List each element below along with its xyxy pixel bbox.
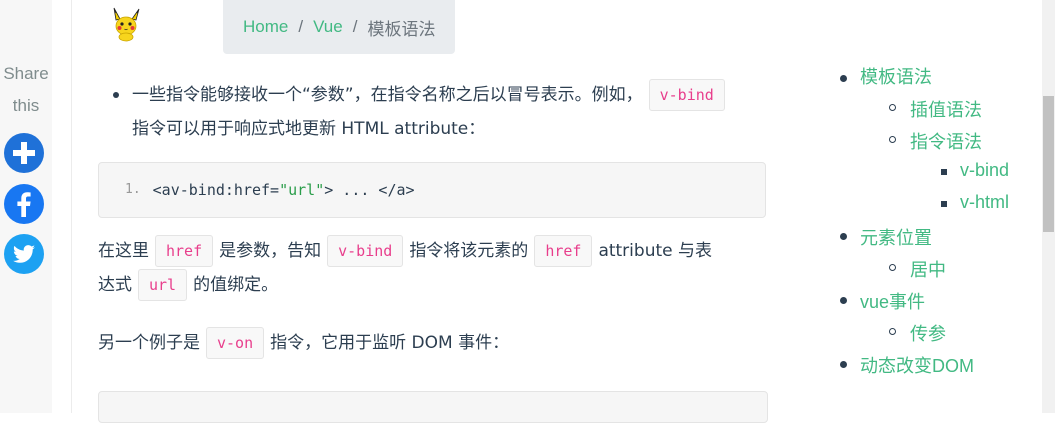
para1-t2: 是参数，告知	[219, 241, 322, 261]
para1-t4: attribute 与表	[598, 241, 712, 261]
breadcrumb-home-link[interactable]: Home	[243, 17, 288, 37]
para1-t1: 在这里	[98, 241, 149, 261]
inline-code: v-on	[206, 327, 265, 359]
toc-bullet	[840, 233, 847, 240]
code-attr: v-bind:href=	[170, 181, 280, 199]
code-block	[98, 391, 768, 423]
toc-bullet	[840, 75, 847, 82]
code-line-number: 1.	[125, 182, 141, 197]
twitter-icon	[4, 234, 44, 274]
breadcrumb-vue-link[interactable]: Vue	[313, 17, 343, 37]
toc-item-vue事件[interactable]: vue事件	[860, 288, 925, 314]
para1-t5: 达式	[98, 275, 132, 295]
toc-bullet	[840, 297, 847, 304]
article-main: Home / Vue / 模板语法 一些指令能够接收一个“参数”，在指令名称之后…	[71, 0, 793, 423]
bullet-dot	[113, 92, 119, 98]
share-label-this: this	[12, 96, 40, 115]
share-twitter-button[interactable]	[4, 234, 44, 274]
toc-item-动态改变DOM[interactable]: 动态改变DOM	[860, 352, 974, 378]
bullet1-text-b: 指令可以用于响应式地更新 HTML attribute：	[132, 119, 486, 139]
toc-item-指令语法[interactable]: 指令语法	[910, 128, 982, 154]
breadcrumb-current: 模板语法	[367, 19, 436, 39]
toc-item-插值语法[interactable]: 插值语法	[910, 96, 982, 122]
toc-bullet	[840, 361, 847, 368]
toc-item-传参[interactable]: 传参	[910, 320, 946, 346]
toc-item-元素位置[interactable]: 元素位置	[860, 224, 932, 250]
paragraph: 另一个例子是 v-on 指令，它用于监听 DOM 事件：	[98, 326, 766, 360]
code-rest: > ... </a>	[324, 181, 415, 199]
toc-bullet	[941, 169, 947, 175]
breadcrumb: Home / Vue / 模板语法	[223, 0, 456, 54]
toc-item-v-bind[interactable]: v-bind	[960, 160, 1009, 181]
toc-bullet	[889, 328, 896, 335]
bullet1-text-a: 一些指令能够接收一个“参数”，在指令名称之后以冒号表示。例如，	[132, 85, 643, 105]
toc-bullet	[941, 201, 947, 207]
table-of-contents: 模板语法 插值语法 指令语法 v-bind v-html 元素位置 居中 vue…	[792, 0, 1042, 413]
plus-icon	[4, 133, 44, 173]
para1-t3: 指令将该元素的	[409, 241, 529, 261]
facebook-icon	[4, 184, 44, 224]
pikachu-logo-icon[interactable]	[108, 6, 144, 46]
breadcrumb-separator: /	[298, 17, 304, 36]
toc-bullet	[889, 104, 896, 111]
code-string: "url"	[279, 181, 325, 199]
para1-t6: 的值绑定。	[193, 275, 279, 295]
inline-code: href	[534, 235, 593, 267]
toc-item-模板语法[interactable]: 模板语法	[860, 63, 932, 89]
inline-code: url	[138, 269, 188, 301]
inline-code: v-bind	[648, 79, 725, 111]
toc-bullet	[889, 136, 896, 143]
share-label: Share	[3, 64, 49, 83]
para2-t2: 指令，它用于监听 DOM 事件：	[270, 333, 510, 353]
list-item: 一些指令能够接收一个“参数”，在指令名称之后以冒号表示。例如， v-bind 指令…	[98, 78, 766, 146]
scrollbar-thumb[interactable]	[1043, 96, 1054, 232]
article-content: 一些指令能够接收一个“参数”，在指令名称之后以冒号表示。例如， v-bind 指令…	[98, 78, 766, 360]
para2-t1: 另一个例子是	[98, 333, 200, 353]
code-block: 1. <a v-bind:href= "url" > ... </a>	[98, 162, 766, 218]
toc-item-居中[interactable]: 居中	[910, 256, 946, 282]
toc-bullet	[889, 264, 896, 271]
paragraph: 在这里 href 是参数，告知 v-bind 指令将该元素的 href attribute …	[98, 234, 766, 302]
inline-code: v-bind	[327, 235, 404, 267]
code-tag-open: <a	[152, 181, 171, 199]
toc-item-v-html[interactable]: v-html	[960, 192, 1009, 213]
breadcrumb-separator: /	[352, 17, 358, 36]
scrollbar[interactable]	[1042, 0, 1055, 413]
share-sidebar: Share this	[0, 0, 52, 413]
inline-code: href	[155, 235, 214, 267]
share-facebook-button[interactable]	[4, 184, 44, 224]
share-plus-button[interactable]	[4, 133, 44, 173]
